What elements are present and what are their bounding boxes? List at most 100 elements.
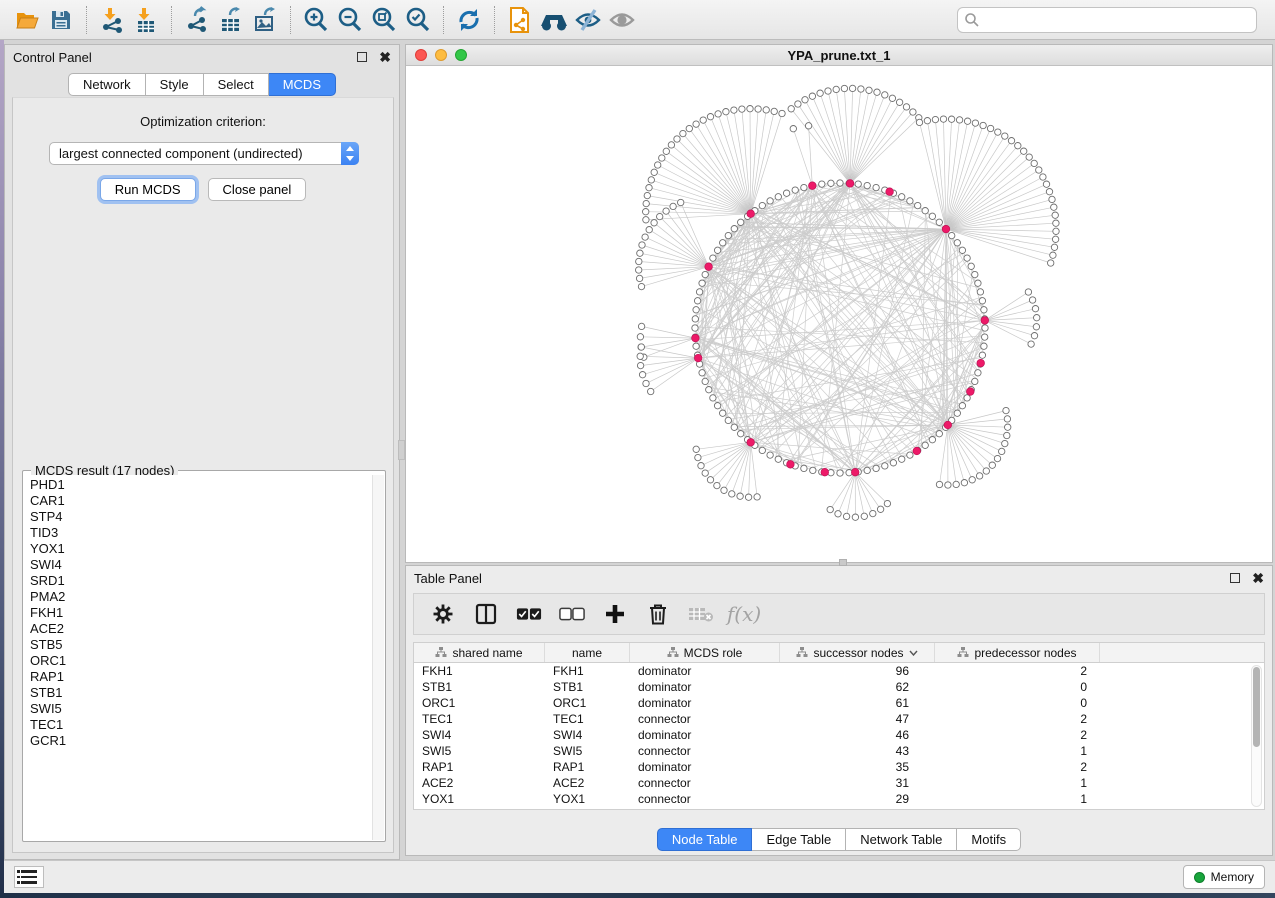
table-scrollbar[interactable] [1251,665,1262,807]
mcds-result-item[interactable]: TID3 [30,525,372,541]
tab-select[interactable]: Select [204,73,269,96]
search-input[interactable] [980,13,1250,27]
toolbar-separator [290,6,291,34]
mcds-result-item[interactable]: ORC1 [30,653,372,669]
memory-button[interactable]: Memory [1183,865,1265,889]
global-search-field[interactable] [957,7,1257,33]
tab-edge-table[interactable]: Edge Table [752,828,846,851]
close-table-panel-icon[interactable]: ✖ [1252,573,1264,583]
sort-descending-icon [909,650,918,656]
mcds-result-item[interactable]: RAP1 [30,669,372,685]
zoom-selected-icon[interactable] [401,4,435,36]
optimization-criterion-select[interactable]: largest connected component (undirected) [49,142,359,165]
close-panel-icon[interactable]: ✖ [379,52,391,62]
table-row[interactable]: SWI5SWI5connector431 [414,743,1250,759]
table-row[interactable]: STB1STB1dominator620 [414,679,1250,695]
mcds-list-scrollbar[interactable] [372,475,384,840]
network-canvas[interactable] [406,66,1272,562]
table-cell: SWI5 [545,743,630,759]
table-cell: connector [630,743,780,759]
column-header-shared-name[interactable]: shared name [414,643,545,662]
tab-style[interactable]: Style [146,73,204,96]
export-image-icon[interactable] [248,4,282,36]
table-row[interactable]: ORC1ORC1dominator610 [414,695,1250,711]
mcds-result-item[interactable]: PMA2 [30,589,372,605]
float-panel-icon[interactable] [357,52,367,62]
mcds-result-item[interactable]: SRD1 [30,573,372,589]
attribute-type-icon [957,647,969,658]
column-header-filler [1100,643,1264,662]
delete-table-icon[interactable] [688,601,714,627]
table-row[interactable]: TEC1TEC1connector472 [414,711,1250,727]
deselect-all-rows-icon[interactable] [559,601,585,627]
mcds-result-item[interactable]: CAR1 [30,493,372,509]
search-network-icon[interactable] [537,4,571,36]
add-column-icon[interactable] [602,601,628,627]
mcds-result-item[interactable]: YOX1 [30,541,372,557]
mcds-result-item[interactable]: GCR1 [30,733,372,749]
mcds-result-item[interactable]: SWI4 [30,557,372,573]
mcds-result-item[interactable]: SWI5 [30,701,372,717]
vertical-splitter-handle[interactable] [398,440,405,460]
table-cell: 2 [935,759,1100,775]
memory-status-icon [1194,872,1205,883]
delete-column-icon[interactable] [645,601,671,627]
table-options-gear-icon[interactable] [430,601,456,627]
table-toolbar: f(x) [413,593,1265,635]
table-row[interactable]: YOX1YOX1connector291 [414,791,1250,807]
zoom-fit-icon[interactable] [367,4,401,36]
table-scrollbar-thumb[interactable] [1253,667,1260,747]
table-row[interactable]: SWI4SWI4dominator462 [414,727,1250,743]
export-table-icon[interactable] [214,4,248,36]
mcds-result-item[interactable]: PHD1 [30,477,372,493]
tab-mcds[interactable]: MCDS [269,73,336,96]
network-graph[interactable] [406,66,1272,562]
table-body: FKH1FKH1dominator962STB1STB1dominator620… [414,663,1250,809]
show-columns-icon[interactable] [473,601,499,627]
tab-network-table[interactable]: Network Table [846,828,957,851]
column-header-successor-nodes[interactable]: successor nodes [780,643,935,662]
float-table-panel-icon[interactable] [1230,573,1240,583]
hide-graphics-details-icon[interactable] [571,4,605,36]
mcds-result-item[interactable]: ACE2 [30,621,372,637]
function-builder-icon[interactable]: f(x) [731,601,757,627]
toolbar-separator [86,6,87,34]
network-window-titlebar[interactable]: YPA_prune.txt_1 [406,45,1272,66]
close-panel-button[interactable]: Close panel [208,178,307,201]
refresh-view-icon[interactable] [452,4,486,36]
task-history-icon[interactable] [14,866,44,888]
tab-node-table[interactable]: Node Table [657,828,753,851]
table-row[interactable]: FKH1FKH1dominator962 [414,663,1250,679]
new-network-from-selection-icon[interactable] [503,4,537,36]
table-row[interactable]: RAP1RAP1dominator352 [414,759,1250,775]
table-cell: 35 [780,759,935,775]
select-all-rows-icon[interactable] [516,601,542,627]
import-table-icon[interactable] [129,4,163,36]
table-row[interactable]: PHD1PHD1dominator180 [414,807,1250,809]
open-session-icon[interactable] [10,4,44,36]
column-header-MCDS-role[interactable]: MCDS role [630,643,780,662]
mcds-result-item[interactable]: TEC1 [30,717,372,733]
mcds-result-item[interactable]: STB1 [30,685,372,701]
tab-motifs[interactable]: Motifs [957,828,1021,851]
column-header-predecessor-nodes[interactable]: predecessor nodes [935,643,1100,662]
column-header-name[interactable]: name [545,643,630,662]
mcds-result-list[interactable]: PHD1CAR1STP4TID3YOX1SWI4SRD1PMA2FKH1ACE2… [24,475,372,840]
horizontal-splitter-handle[interactable] [839,559,847,566]
import-network-icon[interactable] [95,4,129,36]
save-session-icon[interactable] [44,4,78,36]
mcds-result-item[interactable]: STB5 [30,637,372,653]
run-mcds-button[interactable]: Run MCDS [100,178,196,201]
show-graphics-details-icon[interactable] [605,4,639,36]
desktop-wallpaper-edge [0,40,4,893]
mcds-result-item[interactable]: STP4 [30,509,372,525]
zoom-out-icon[interactable] [333,4,367,36]
network-window-title: YPA_prune.txt_1 [406,48,1272,63]
zoom-in-icon[interactable] [299,4,333,36]
mcds-result-item[interactable]: FKH1 [30,605,372,621]
cytoscape-window: Control Panel ✖ NetworkStyleSelectMCDS O… [0,0,1275,893]
export-network-icon[interactable] [180,4,214,36]
table-cell: SWI5 [414,743,545,759]
tab-network[interactable]: Network [68,73,146,96]
table-row[interactable]: ACE2ACE2connector311 [414,775,1250,791]
